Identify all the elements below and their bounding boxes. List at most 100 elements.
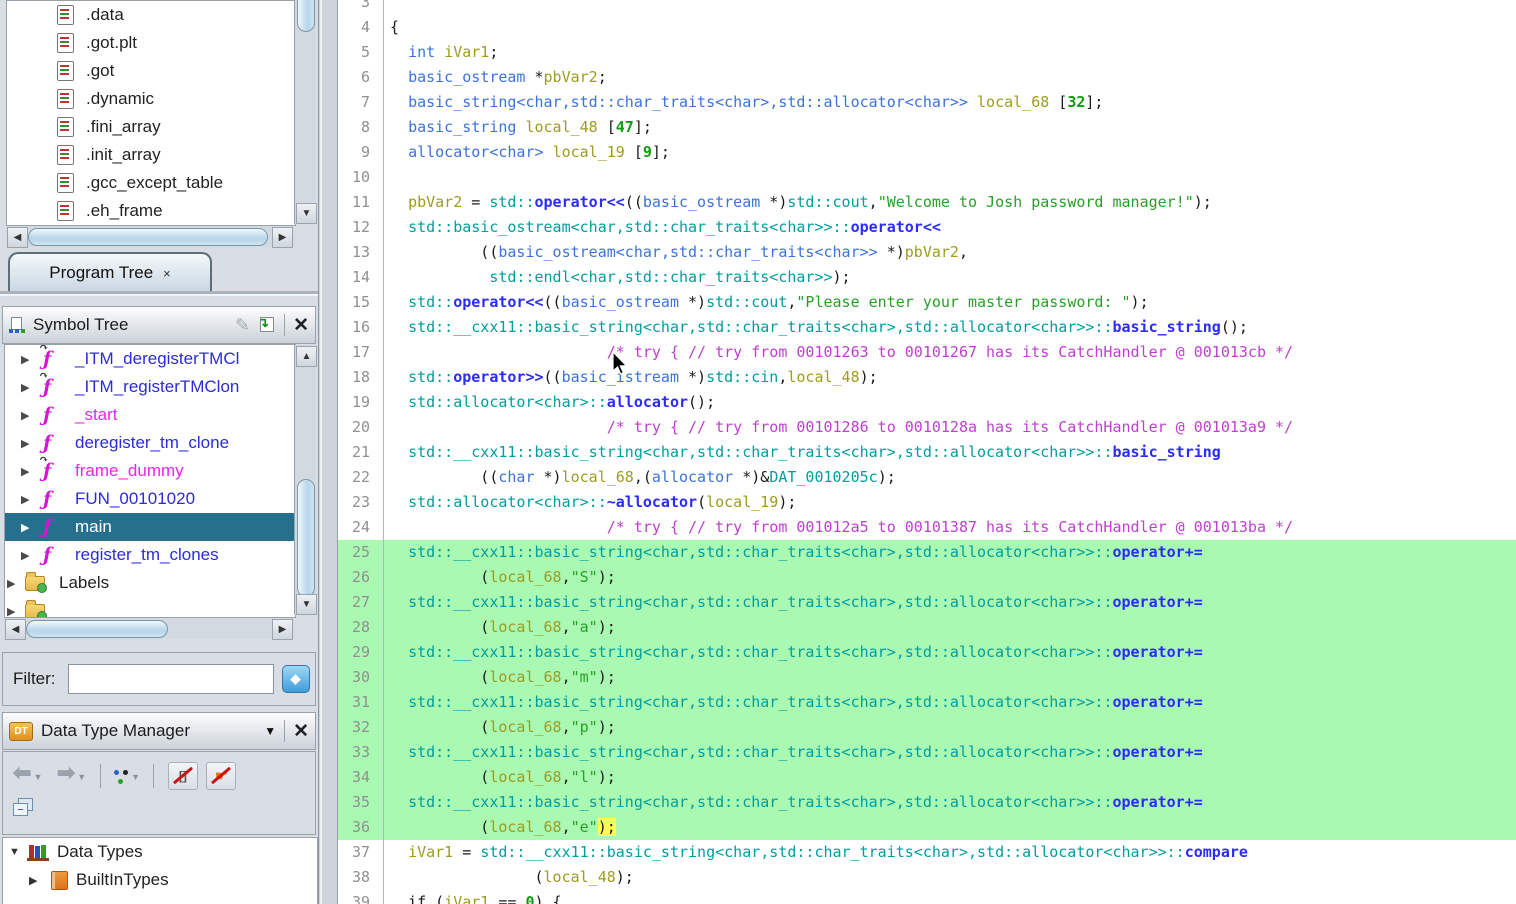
code-line-14[interactable]: 14 std::endl<char,std::char_traits<char>… <box>338 265 1516 290</box>
scrollbar-thumb[interactable] <box>297 479 315 597</box>
panel-splitter[interactable] <box>318 0 338 904</box>
panel-menu-icon[interactable]: ▼ <box>264 724 276 738</box>
tab-program-tree[interactable]: Program Tree × <box>8 252 212 292</box>
code-line-8[interactable]: 8 basic_string local_48 [47]; <box>338 115 1516 140</box>
scroll-right-button[interactable]: ▶ <box>272 227 293 248</box>
scrollbar-thumb[interactable] <box>28 228 268 246</box>
program-tree-hscrollbar[interactable]: ◀ ▶ <box>6 225 294 247</box>
code-line-26[interactable]: 26 (local_68,"S"); <box>338 565 1516 590</box>
expand-arrow-icon[interactable]: ▶ <box>21 381 33 394</box>
code-line-21[interactable]: 21 std::__cxx11::basic_string<char,std::… <box>338 440 1516 465</box>
tree-folder-Labels[interactable]: ▶Labels <box>5 569 295 597</box>
scroll-down-button[interactable]: ▼ <box>296 203 317 224</box>
expand-arrow-icon[interactable]: ▶ <box>21 353 33 366</box>
expand-arrow-icon[interactable]: ▶ <box>21 521 33 534</box>
symbol-tree-item-deregister_tm_clone[interactable]: ▶ƒderegister_tm_clone <box>5 429 295 457</box>
code-line-20[interactable]: 20 /* try { // try from 00101286 to 0010… <box>338 415 1516 440</box>
close-icon[interactable]: ✕ <box>293 720 309 743</box>
code-line-13[interactable]: 13 ((basic_ostream<char,std::char_traits… <box>338 240 1516 265</box>
program-tree-vscrollbar[interactable]: ▼ <box>294 0 316 224</box>
code-line-11[interactable]: 11 pbVar2 = std::operator<<((basic_ostre… <box>338 190 1516 215</box>
symbol-tree-vscrollbar[interactable]: ▲ ▼ <box>294 345 316 615</box>
expand-arrow-icon[interactable]: ▶ <box>21 437 33 450</box>
symbol-tree-item-register_tm_clones[interactable]: ▶ƒregister_tm_clones <box>5 541 295 569</box>
collapse-all-button[interactable]: − <box>13 798 33 816</box>
forward-arrow-icon[interactable]: ➡ <box>57 760 75 785</box>
code-line-18[interactable]: 18 std::operator>>((basic_istream *)std:… <box>338 365 1516 390</box>
scrollbar-thumb[interactable] <box>26 620 168 638</box>
filter-arrays-toggle[interactable]: [] <box>168 762 198 790</box>
organize-types-icon[interactable] <box>114 769 129 783</box>
code-line-12[interactable]: 12 std::basic_ostream<char,std::char_tra… <box>338 215 1516 240</box>
symbol-tree-item-_start[interactable]: ▶ƒ_start <box>5 401 295 429</box>
code-line-33[interactable]: 33 std::__cxx11::basic_string<char,std::… <box>338 740 1516 765</box>
program-tree-item[interactable]: .fini_array <box>7 113 295 141</box>
code-line-22[interactable]: 22 ((char *)local_68,(allocator *)&DAT_0… <box>338 465 1516 490</box>
dtm-item-data-types[interactable]: ▼Data Types <box>3 838 317 866</box>
code-line-10[interactable]: 10 <box>338 165 1516 190</box>
code-line-38[interactable]: 38 (local_48); <box>338 865 1516 890</box>
code-line-37[interactable]: 37 iVar1 = std::__cxx11::basic_string<ch… <box>338 840 1516 865</box>
code-line-28[interactable]: 28 (local_68,"a"); <box>338 615 1516 640</box>
code-line-17[interactable]: 17 /* try { // try from 00101263 to 0010… <box>338 340 1516 365</box>
code-line-9[interactable]: 9 allocator<char> local_19 [9]; <box>338 140 1516 165</box>
organize-dropdown-icon[interactable]: ▼ <box>131 772 140 782</box>
symbol-tree-item-main[interactable]: ▶ƒmain <box>5 513 295 541</box>
decompiler-view[interactable]: 34{5 int iVar1;6 basic_ostream *pbVar2;7… <box>338 0 1516 904</box>
program-tree-item[interactable]: .dynamic <box>7 85 295 113</box>
code-line-29[interactable]: 29 std::__cxx11::basic_string<char,std::… <box>338 640 1516 665</box>
code-line-36[interactable]: 36 (local_68,"e"); <box>338 815 1516 840</box>
code-line-19[interactable]: 19 std::allocator<char>::allocator(); <box>338 390 1516 415</box>
scroll-left-button[interactable]: ◀ <box>7 227 28 248</box>
filter-pointers-toggle[interactable]: ☛ <box>206 762 236 790</box>
code-line-4[interactable]: 4{ <box>338 15 1516 40</box>
filter-options-icon[interactable]: ◆ <box>282 665 310 693</box>
code-line-27[interactable]: 27 std::__cxx11::basic_string<char,std::… <box>338 590 1516 615</box>
code-line-3[interactable]: 3 <box>338 0 1516 15</box>
code-line-30[interactable]: 30 (local_68,"m"); <box>338 665 1516 690</box>
back-dropdown-icon[interactable]: ▼ <box>33 772 42 782</box>
expand-arrow-icon[interactable]: ▶ <box>21 465 33 478</box>
code-line-34[interactable]: 34 (local_68,"l"); <box>338 765 1516 790</box>
code-line-16[interactable]: 16 std::__cxx11::basic_string<char,std::… <box>338 315 1516 340</box>
code-line-25[interactable]: 25 std::__cxx11::basic_string<char,std::… <box>338 540 1516 565</box>
expand-arrow-icon[interactable]: ▼ <box>9 846 21 858</box>
tree-folder-partial[interactable]: ▶ <box>5 597 295 618</box>
scroll-up-button[interactable]: ▲ <box>296 346 317 367</box>
expand-arrow-icon[interactable]: ▶ <box>7 605 19 618</box>
scroll-right-button[interactable]: ▶ <box>272 619 293 640</box>
scroll-left-button[interactable]: ◀ <box>5 619 26 640</box>
code-line-32[interactable]: 32 (local_68,"p"); <box>338 715 1516 740</box>
scroll-down-button[interactable]: ▼ <box>296 594 317 615</box>
code-line-31[interactable]: 31 std::__cxx11::basic_string<char,std::… <box>338 690 1516 715</box>
close-icon[interactable]: ✕ <box>293 314 309 337</box>
forward-dropdown-icon[interactable]: ▼ <box>77 772 86 782</box>
symbol-tree-item-_ITM_registerTMClon[interactable]: ▶ƒ↷_ITM_registerTMClon <box>5 373 295 401</box>
program-tree-item[interactable]: .eh_frame <box>7 197 295 225</box>
code-line-39[interactable]: 39 if (iVar1 == 0) { <box>338 890 1516 904</box>
symbol-tree-item-_ITM_deregisterTMCl[interactable]: ▶ƒ↷_ITM_deregisterTMCl <box>5 345 295 373</box>
code-line-15[interactable]: 15 std::operator<<((basic_ostream *)std:… <box>338 290 1516 315</box>
expand-arrow-icon[interactable]: ▶ <box>21 549 33 562</box>
expand-arrow-icon[interactable]: ▶ <box>21 493 33 506</box>
expand-arrow-icon[interactable]: ▶ <box>29 874 41 887</box>
program-tree-item[interactable]: .got <box>7 57 295 85</box>
goto-symbol-icon[interactable]: ↴ <box>258 317 276 333</box>
back-arrow-icon[interactable]: ⬅ <box>13 760 31 785</box>
program-tree-item[interactable]: .data <box>7 1 295 29</box>
code-line-5[interactable]: 5 int iVar1; <box>338 40 1516 65</box>
scrollbar-thumb[interactable] <box>297 0 315 32</box>
program-tree-item[interactable]: .gcc_except_table <box>7 169 295 197</box>
program-tree-item[interactable]: .got.plt <box>7 29 295 57</box>
code-line-35[interactable]: 35 std::__cxx11::basic_string<char,std::… <box>338 790 1516 815</box>
program-tree-item[interactable]: .init_array <box>7 141 295 169</box>
code-line-24[interactable]: 24 /* try { // try from 001012a5 to 0010… <box>338 515 1516 540</box>
tab-close-icon[interactable]: × <box>163 266 171 281</box>
symbol-tree-item-frame_dummy[interactable]: ▶ƒ↷frame_dummy <box>5 457 295 485</box>
symbol-tree-item-FUN_00101020[interactable]: ▶ƒFUN_00101020 <box>5 485 295 513</box>
code-line-23[interactable]: 23 std::allocator<char>::~allocator(loca… <box>338 490 1516 515</box>
expand-arrow-icon[interactable]: ▶ <box>7 577 19 590</box>
symbol-tree-hscrollbar[interactable]: ◀ ▶ <box>4 617 294 639</box>
edit-pencil-icon[interactable]: ✎ <box>235 315 250 336</box>
code-line-6[interactable]: 6 basic_ostream *pbVar2; <box>338 65 1516 90</box>
